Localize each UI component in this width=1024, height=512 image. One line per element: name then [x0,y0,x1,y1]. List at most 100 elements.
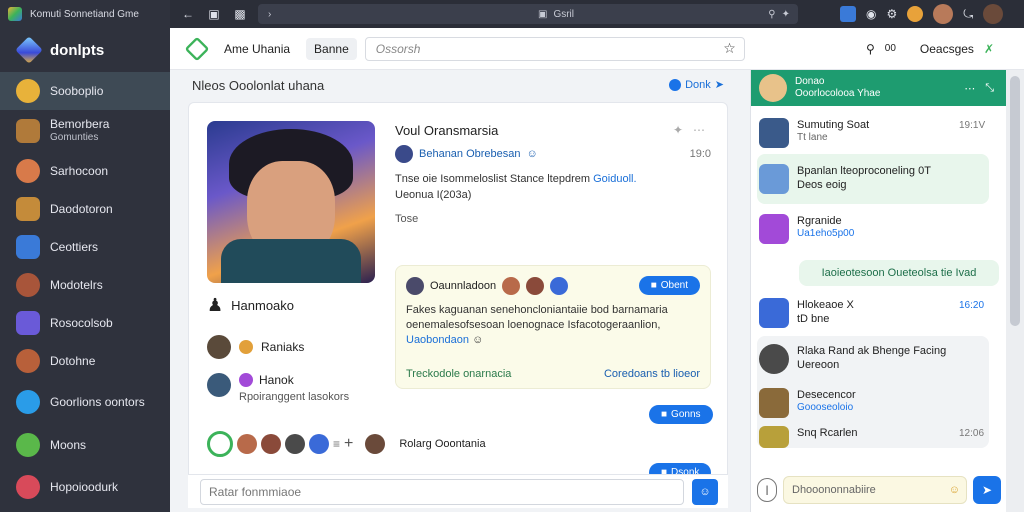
back-arrow-icon[interactable]: ← [180,6,196,22]
add-icon[interactable] [207,431,233,457]
message-sub: Deos eoig [797,179,847,191]
post-link[interactable]: Ueonua I(203a) [395,187,711,203]
chat-bubble[interactable]: Iaoieotesoon Oueteolsa tie Ivad [799,260,999,286]
message-sub: Goooseoloio [797,402,854,413]
sidebar-item-label: Dotohne [50,354,96,368]
chat-input-placeholder: Dhooononnabiire [792,484,876,496]
settings-icon[interactable]: ⚙ [886,7,897,21]
sidebar-item-7[interactable]: Dotohne [0,342,170,380]
pin-icon[interactable]: ✦ [782,9,790,20]
sidebar-item-icon [16,197,40,221]
list-icon[interactable]: ≡ [333,437,340,451]
emoji-icon: ☺ [699,485,711,498]
user-avatar[interactable] [933,4,954,24]
scrollbar-thumb[interactable] [1010,76,1020,326]
sidebar-item-icon [16,119,40,143]
attach-icon[interactable]: | [757,478,777,502]
chat-message-1[interactable]: Bpanlan lteoproconeling 0T Deos eoig [759,164,931,194]
quote-link[interactable]: Uaobondaon [406,334,469,346]
window-title-bar: Komuti Sonnetiand Gme [0,0,170,28]
sidebar-item-4[interactable]: Ceottiers [0,228,170,266]
sidebar-item-9[interactable]: Moons [0,424,170,466]
character-name-row[interactable]: ♟ Hanmoako [207,295,294,316]
sidebar-item-3[interactable]: Daodotoron [0,190,170,228]
address-bar[interactable]: › ▣ Gsril ⚲ ✦ [258,4,798,24]
emoji-icon[interactable]: ☺ [949,484,960,496]
card-title: Voul Oransmarsia [395,123,499,138]
sidebar-item-label: Bemorbera [50,117,110,131]
gonns-button[interactable]: ■ Gonns [649,405,713,424]
quote-footer-left[interactable]: Treckodole onarnacia [406,368,511,380]
user-row-0[interactable]: Raniaks [207,335,304,359]
brand-cube-icon [15,36,43,64]
post-highlight[interactable]: Goiduoll. [593,173,636,185]
brand-name: donlpts [50,41,105,59]
message-name: Bpanlan lteoproconeling 0T [797,165,931,177]
expand-icon[interactable]: ⤡ [985,82,994,95]
sidebar-item-icon [16,311,40,335]
messages-link[interactable]: Oeacsges [920,42,974,56]
send-button[interactable]: ☺ [692,478,718,505]
participant-avatar[interactable] [285,434,305,454]
participant-avatar[interactable] [309,434,329,454]
sidebar-item-5[interactable]: Modotelrs [0,266,170,304]
chat-message-0[interactable]: Sumuting Soat Tt lane 19:1V [759,118,985,148]
user-row-1[interactable]: Hanok Rpoiranggent lasokors [207,373,349,403]
sidebar-item-label: Sarhocoon [50,164,109,178]
page-action-label: Donk [685,78,711,91]
message-avatar [759,298,789,328]
character-portrait[interactable] [207,121,375,283]
chat-panel: Donao Ooorlocolooa Yhae ⋯ ⤡ Sumuting Soat T… [750,70,1006,512]
message-sub: Uereoon [797,359,840,371]
user-avatar-secondary[interactable] [983,4,1004,24]
sidebar-item-label: Sooboplio [50,84,104,98]
more-icon[interactable]: ⋯ [964,82,975,95]
participant-avatar[interactable] [261,434,281,454]
profile-badge-icon[interactable] [907,6,924,22]
quote-button[interactable]: ■ Obent [638,276,700,295]
chat-message-2[interactable]: Rgranide Ua1eho5p00 [759,214,854,244]
quote-footer: Treckodole onarnacia Coredoans tb lioeor [406,368,700,380]
sidebar-item-10[interactable]: Hopoioodurk [0,466,170,508]
cube-icon[interactable] [840,6,856,22]
notification-icon[interactable]: ◉ [866,7,876,21]
sidebar-item-6[interactable]: Rosocolsob [0,304,170,342]
tools-icon[interactable]: ✗ [984,42,994,56]
chat-message-5[interactable]: Rlaka Rand ak Bhenge Facing Uereoon [759,344,946,374]
plus-icon[interactable]: + [344,435,353,453]
star-icon[interactable]: ☆ [723,40,736,57]
chat-message-7[interactable]: Snq Rcarlen 12:06 [759,426,984,448]
send-icon[interactable]: ➤ [973,476,1001,504]
composer-input[interactable]: Ratar fonmmiaoe [200,478,684,505]
extension-icon[interactable]: ▩ [232,6,248,22]
post-header: Behanan Obrebesan ☺ 19:0 [395,145,711,163]
participant-avatar[interactable] [365,434,386,454]
page-action[interactable]: Donk ➤ [669,78,724,91]
pin-icon[interactable]: ✦ [673,123,683,137]
message-name: Snq Rcarlen [797,427,858,439]
share-icon[interactable]: ⤿ [963,7,973,22]
participant-avatar[interactable] [237,434,257,454]
sidebar-item-8[interactable]: Goorlions oontors [0,380,170,424]
quote-author[interactable]: Oaunnladoon [430,280,496,292]
chat-input[interactable]: Dhooononnabiire ☺ [783,476,967,504]
quote-card: Oaunnladoon ■ Obent Fakes kaguanan seneho… [395,265,711,389]
sidebar-item-icon [16,79,40,103]
window-icon[interactable]: ▣ [206,6,222,22]
more-icon[interactable]: ⋯ [693,123,705,137]
scrollbar[interactable] [1006,70,1024,512]
search-input[interactable]: Ossorsh ☆ [364,36,745,61]
sidebar-item-0[interactable]: Sooboplio [0,72,170,110]
chat-message-6[interactable]: Desecencor Goooseoloio [759,388,856,418]
quote-footer-right[interactable]: Coredoans tb lioeor [604,368,700,380]
post-author[interactable]: Behanan Obrebesan [419,148,521,160]
bell-icon[interactable]: ⚲ [866,42,875,56]
chat-message-4[interactable]: Hlokeaoe X tD bne 16:20 [759,298,984,328]
sidebar-item-icon [16,433,40,457]
sidebar-brand[interactable]: donlpts [0,28,170,72]
app-name[interactable]: Ame Uhania [216,38,298,60]
search-icon[interactable]: ⚲ [768,9,775,20]
sidebar-item-1[interactable]: Bemorbera Gomunties [0,110,170,152]
sidebar-item-2[interactable]: Sarhocoon [0,152,170,190]
tab-banne[interactable]: Banne [306,37,357,60]
